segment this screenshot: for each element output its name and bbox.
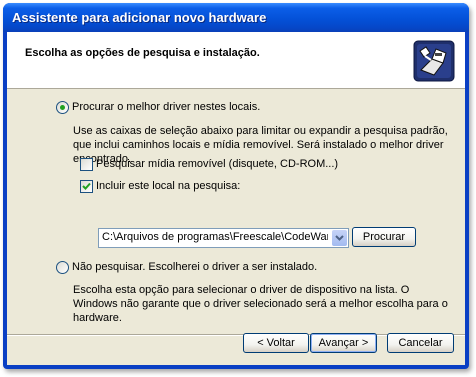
manual-driver-radio[interactable] <box>56 261 69 274</box>
title-bar[interactable]: Assistente para adicionar novo hardware <box>3 3 469 32</box>
removable-media-label[interactable]: Pesquisar mídia removível (disquete, CD-… <box>96 158 338 170</box>
wizard-header: Escolha as opções de pesquisa e instalaç… <box>7 32 465 89</box>
manual-driver-label[interactable]: Não pesquisar. Escolherei o driver a ser… <box>72 261 317 273</box>
include-location-checkbox[interactable] <box>80 180 93 193</box>
combobox-dropdown-button[interactable] <box>332 230 347 246</box>
chevron-down-icon <box>335 235 344 241</box>
search-drivers-label[interactable]: Procurar o melhor driver nestes locais. <box>72 101 260 113</box>
wizard-window: Assistente para adicionar novo hardware … <box>3 3 469 369</box>
browse-button[interactable]: Procurar <box>352 227 416 247</box>
search-path-value[interactable]: C:\Arquivos de programas\Freescale\CodeW… <box>102 231 328 243</box>
back-button[interactable]: < Voltar <box>243 333 309 353</box>
manual-driver-description: Escolha esta opção para selecionar o dri… <box>73 284 448 324</box>
radio-selected-dot <box>60 105 65 110</box>
search-drivers-radio[interactable] <box>56 101 69 114</box>
removable-media-checkbox[interactable] <box>80 158 93 171</box>
checkmark-icon <box>82 182 91 190</box>
window-title: Assistente para adicionar novo hardware <box>12 10 267 25</box>
cancel-button[interactable]: Cancelar <box>387 333 454 353</box>
next-button[interactable]: Avançar > <box>310 333 377 353</box>
dialog-client-area: Escolha as opções de pesquisa e instalaç… <box>7 32 465 365</box>
search-path-combobox[interactable]: C:\Arquivos de programas\Freescale\CodeW… <box>98 228 349 248</box>
include-location-label[interactable]: Incluir este local na pesquisa: <box>96 180 240 192</box>
hardware-wizard-icon <box>413 40 455 82</box>
page-title: Escolha as opções de pesquisa e instalaç… <box>25 47 260 59</box>
